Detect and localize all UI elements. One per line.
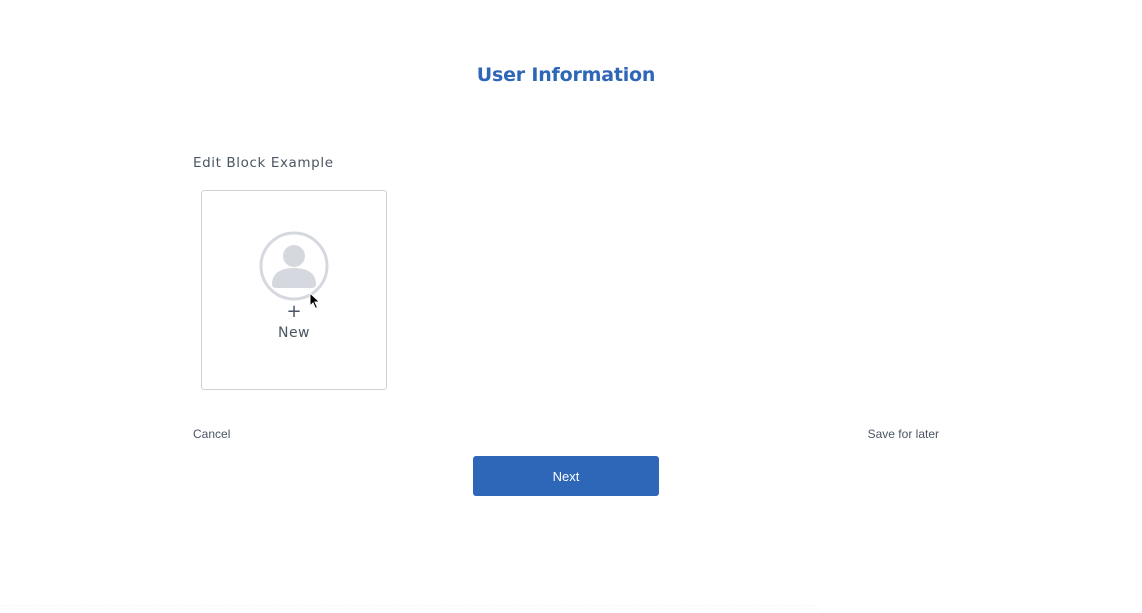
bottom-texture	[0, 604, 820, 610]
user-avatar-icon	[259, 231, 329, 301]
section-label: Edit Block Example	[193, 155, 334, 171]
save-for-later-link[interactable]: Save for later	[868, 427, 939, 441]
new-user-card[interactable]: + New	[201, 190, 387, 390]
new-card-label: New	[277, 325, 311, 341]
mouse-cursor-icon	[309, 292, 321, 310]
user-information-page: User Information Edit Block Example + Ne…	[0, 0, 1142, 613]
page-title: User Information	[476, 64, 656, 86]
cancel-link[interactable]: Cancel	[193, 427, 230, 441]
plus-icon: +	[286, 301, 302, 322]
next-button[interactable]: Next	[473, 456, 659, 496]
